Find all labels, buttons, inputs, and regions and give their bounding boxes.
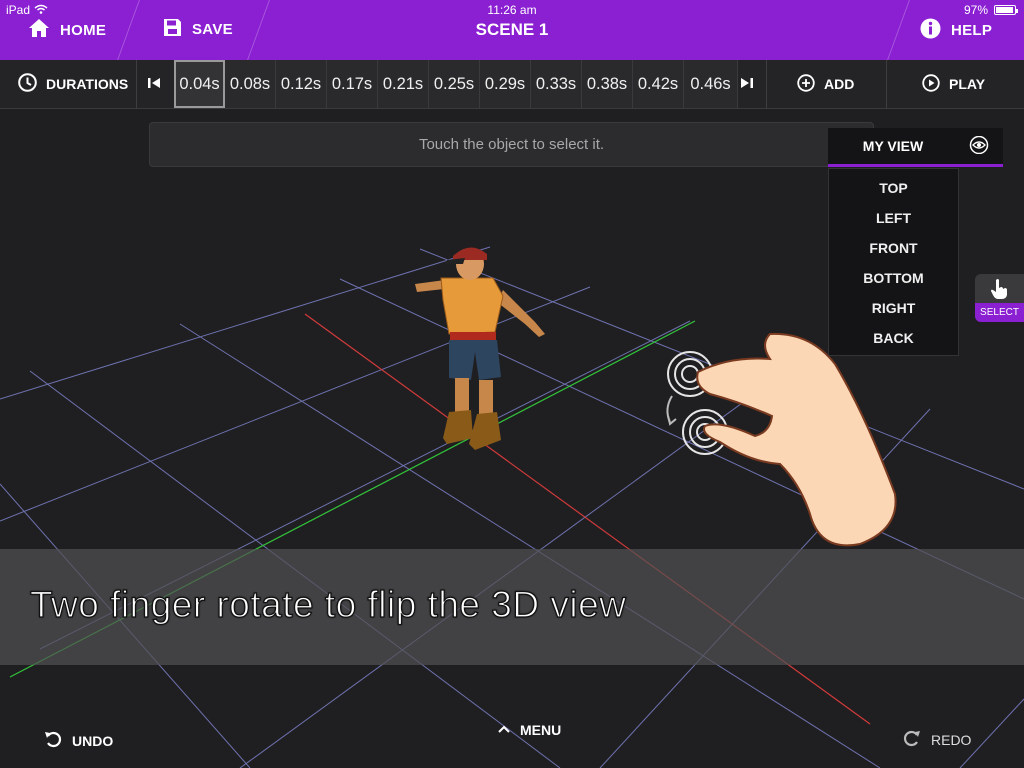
view-option-bottom[interactable]: BOTTOM bbox=[829, 263, 958, 293]
menu-label: MENU bbox=[520, 722, 562, 738]
current-view-label: MY VIEW bbox=[862, 138, 924, 154]
play-label: PLAY bbox=[949, 76, 986, 92]
chevron-up-icon bbox=[498, 722, 510, 738]
skip-to-end-button[interactable] bbox=[740, 60, 754, 108]
divider bbox=[766, 60, 767, 108]
top-bar: iPad 11:26 am 97% HOME SAVE SCENE 1 HELP bbox=[0, 0, 1024, 60]
undo-button[interactable]: UNDO bbox=[44, 730, 113, 751]
duration-cell[interactable]: 0.42s bbox=[633, 60, 684, 108]
duration-cell[interactable]: 0.12s bbox=[276, 60, 327, 108]
info-icon bbox=[920, 18, 941, 43]
undo-icon bbox=[44, 730, 62, 751]
durations-button[interactable]: DURATIONS bbox=[18, 60, 128, 108]
add-button[interactable]: ADD bbox=[797, 60, 854, 108]
two-finger-rotate-gesture bbox=[666, 332, 897, 547]
durations-label: DURATIONS bbox=[46, 76, 129, 92]
tutorial-banner: Two finger rotate to flip the 3D view bbox=[0, 549, 1024, 665]
duration-cell[interactable]: 0.08s bbox=[225, 60, 276, 108]
view-dropdown[interactable]: MY VIEW bbox=[828, 128, 1003, 167]
add-circle-icon bbox=[797, 73, 815, 95]
pointing-hand-icon bbox=[989, 278, 1009, 305]
battery-icon bbox=[994, 5, 1018, 15]
skip-end-icon bbox=[740, 76, 754, 92]
play-circle-icon bbox=[922, 73, 940, 95]
hint-bar: Touch the object to select it. bbox=[149, 122, 874, 167]
status-bar: iPad 11:26 am 97% bbox=[0, 0, 1024, 20]
duration-cell[interactable]: 0.33s bbox=[531, 60, 582, 108]
duration-cell[interactable]: 0.25s bbox=[429, 60, 480, 108]
redo-label: REDO bbox=[931, 731, 972, 748]
redo-icon bbox=[903, 729, 921, 750]
help-label: HELP bbox=[951, 22, 993, 39]
divider bbox=[886, 60, 887, 108]
scene-title: SCENE 1 bbox=[475, 20, 549, 39]
timeline-toolbar: DURATIONS 0.04s 0.08s 0.12s 0.17s 0.21s … bbox=[0, 60, 1024, 109]
character-model[interactable] bbox=[405, 242, 565, 472]
duration-cell[interactable]: 0.21s bbox=[378, 60, 429, 108]
eye-icon[interactable] bbox=[969, 135, 989, 159]
divider bbox=[136, 60, 137, 108]
view-menu: TOP LEFT FRONT BOTTOM RIGHT BACK bbox=[828, 168, 959, 356]
view-option-top[interactable]: TOP bbox=[829, 173, 958, 203]
duration-cell[interactable]: 0.17s bbox=[327, 60, 378, 108]
skip-to-start-button[interactable] bbox=[147, 60, 161, 108]
add-label: ADD bbox=[824, 76, 855, 92]
duration-cell[interactable]: 0.29s bbox=[480, 60, 531, 108]
skip-start-icon bbox=[147, 76, 161, 92]
menu-button[interactable]: MENU bbox=[498, 722, 561, 738]
view-option-front[interactable]: FRONT bbox=[829, 233, 958, 263]
select-label: SELECT bbox=[975, 303, 1024, 322]
view-option-right[interactable]: RIGHT bbox=[829, 293, 958, 323]
select-tool-button[interactable]: SELECT bbox=[975, 274, 1024, 322]
redo-button[interactable]: REDO bbox=[903, 729, 971, 750]
clock-icon bbox=[18, 73, 37, 95]
play-button[interactable]: PLAY bbox=[922, 60, 985, 108]
view-option-left[interactable]: LEFT bbox=[829, 203, 958, 233]
duration-cell[interactable]: 0.38s bbox=[582, 60, 633, 108]
duration-cell[interactable]: 0.46s bbox=[684, 60, 738, 108]
battery-percent: 97% bbox=[963, 3, 988, 17]
status-time: 11:26 am bbox=[487, 3, 537, 17]
view-option-back[interactable]: BACK bbox=[829, 323, 958, 353]
duration-strip: 0.04s 0.08s 0.12s 0.17s 0.21s 0.25s 0.29… bbox=[174, 60, 738, 108]
undo-label: UNDO bbox=[72, 732, 114, 749]
help-button[interactable]: HELP bbox=[920, 18, 992, 43]
tutorial-text: Two finger rotate to flip the 3D view bbox=[29, 583, 627, 625]
hint-text: Touch the object to select it. bbox=[418, 136, 605, 153]
duration-cell[interactable]: 0.04s bbox=[174, 60, 225, 108]
